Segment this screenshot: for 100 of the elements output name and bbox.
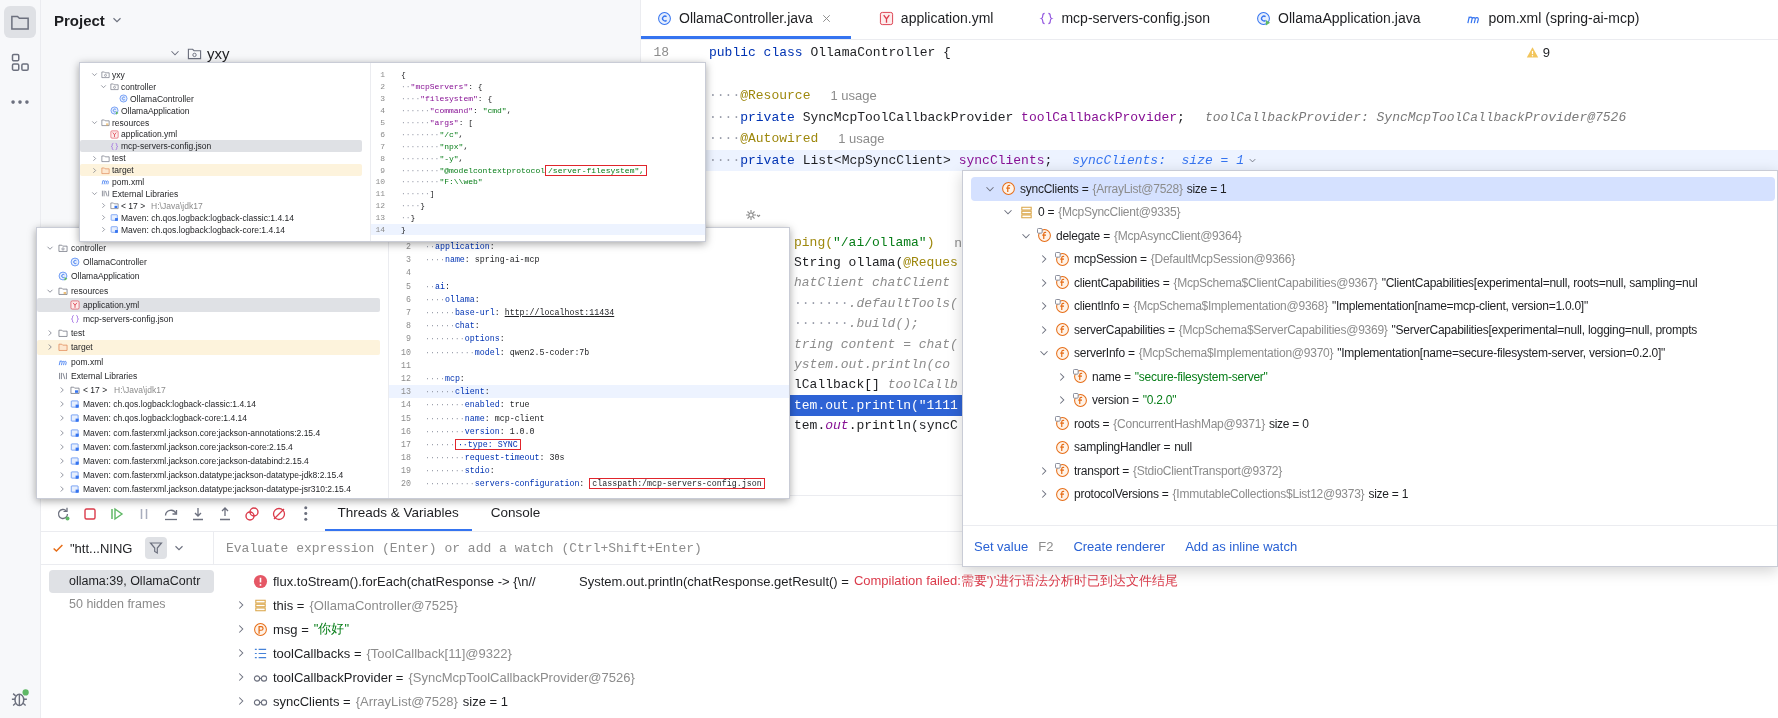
line-number: 8: [405, 321, 411, 331]
code-line: ····@Resource: [709, 88, 811, 104]
variable-value: size = 0: [1268, 416, 1309, 431]
variable-name: clientInfo =: [1074, 299, 1130, 314]
line-number: 20: [400, 479, 411, 489]
code-line: ····}: [401, 201, 425, 211]
code-line: tring content = chat(: [794, 336, 958, 352]
code-line: ystem.out.println(co: [794, 357, 951, 373]
variable-name: transport =: [1074, 463, 1129, 478]
code-line: ······]: [401, 189, 435, 199]
line-number: 18: [400, 453, 411, 463]
code-line: ····ollama:: [425, 294, 480, 304]
code-line: ········version: 1.0.0: [425, 426, 535, 436]
variable-name: delegate =: [1056, 228, 1110, 243]
line-number: 17: [400, 439, 411, 449]
code-line: ······"command": "cmd",: [401, 106, 512, 116]
line-number: 5: [405, 281, 411, 291]
inline-value: toolCallbackProvider: SyncMcpToolCallbackProvider@7526: [1204, 109, 1627, 125]
code-line: ········stdio:: [425, 466, 495, 476]
variable-type: {SyncMcpToolCallbackProvider@7526}: [408, 669, 635, 685]
code-line: ····name: spring-ai-mcp: [425, 255, 540, 265]
usage-hint: n: [954, 234, 962, 250]
line-number: 13: [374, 213, 385, 223]
error-message: Compilation failed:需要')'进行语法分析时已到达文件结尾: [853, 572, 1179, 590]
variable-name: clientCapabilities =: [1074, 275, 1170, 290]
code-line: ··ai:: [425, 281, 450, 291]
variable-type: {ArrayList@7528}: [1092, 181, 1183, 196]
code-line: hatClient chatClient: [794, 275, 951, 291]
variable-name: toolCallbackProvider =: [273, 669, 404, 685]
line-number: 10: [400, 347, 411, 357]
variable-type: {McpSchema$ServerCapabilities@9369}: [1178, 322, 1388, 337]
variable-name: version =: [1092, 393, 1139, 408]
code-line: ··········model: qwen2.5-coder:7b: [425, 347, 590, 357]
line-number: 8: [379, 153, 385, 163]
variable-type: {McpSchema$Implementation@9368}: [1133, 299, 1328, 314]
shortcut-hint: F2: [1038, 538, 1054, 554]
variable-value: size = 1: [462, 693, 508, 709]
variable-name: this =: [273, 597, 305, 613]
variable-name: msg =: [273, 621, 309, 637]
variable-value: "0.2.0": [1142, 393, 1177, 408]
watch-expression: flux.toStream().forEach(chatResponse -> {\n// System.out.println(chatResponse.getResult() =: [273, 573, 849, 589]
code-line: ········"-y",: [401, 153, 464, 163]
variable-value: size = 1: [1186, 181, 1227, 196]
code-line: ··}: [401, 213, 416, 223]
line-number: 18: [653, 45, 669, 61]
line-number: 1: [379, 70, 385, 80]
line-number: 12: [374, 201, 385, 211]
line-number: 13: [400, 387, 411, 397]
variable-type: {ConcurrentHashMap@9371}: [1113, 416, 1265, 431]
line-number: 6: [379, 129, 385, 139]
tree-item-path: H:\Java\jdk17: [151, 200, 203, 211]
variable-value: size = 1: [1368, 487, 1409, 502]
line-number: 9: [405, 334, 411, 344]
line-number: 3: [405, 255, 411, 265]
variable-type: {McpSyncClient@9335}: [1058, 205, 1181, 220]
variable-name: syncClients =: [1020, 181, 1089, 196]
variable-type: {ArrayList@7528}: [355, 693, 458, 709]
variable-type: {ToolCallback[11]@9322}: [366, 645, 512, 661]
code-line: tem.out.println("1111: [794, 397, 958, 413]
variable-type: {DefaultMcpSession@9366}: [1150, 252, 1295, 267]
line-number: 14: [374, 225, 385, 234]
variable-name: serverInfo =: [1074, 346, 1135, 361]
code-line: ······ ··type: SYNC: [425, 439, 521, 449]
inline-watch: syncClients: size = 1: [1072, 152, 1244, 168]
variable-value: "你好": [313, 620, 349, 638]
code-line: ··application:: [425, 242, 495, 252]
line-number: 6: [405, 294, 411, 304]
variable-name: syncClients =: [273, 693, 351, 709]
code-line: ········enabled: true: [425, 400, 530, 410]
line-number: 9: [379, 165, 385, 175]
variable-name: toolCallbacks =: [273, 645, 362, 661]
variable-value: "ClientCapabilities[experimental=null, roots=null, sampling=nul: [1381, 275, 1698, 290]
code-line: ····mcp:: [425, 373, 465, 383]
usage-hint: 1 usage: [830, 88, 877, 104]
variable-value: null: [1174, 440, 1192, 455]
line-number: 7: [405, 308, 411, 318]
line-number: 16: [400, 426, 411, 436]
variable-value: "Implementation[name=mcp-client, version=1.0.0]": [1331, 299, 1588, 314]
line-number: 15: [400, 413, 411, 423]
variable-name: samplingHandler =: [1074, 440, 1171, 455]
variable-type: {McpAsyncClient@9364}: [1113, 228, 1242, 243]
line-number: 4: [379, 106, 385, 116]
code-line: lCallback[] toolCallb: [794, 377, 958, 393]
line-number: 19: [400, 466, 411, 476]
code-line: ····@Autowired: [709, 131, 819, 147]
line-number: 2: [379, 82, 385, 92]
code-line: tem.out.println(syncC: [794, 418, 958, 434]
variable-name: serverCapabilities =: [1074, 322, 1175, 337]
variable-name: roots =: [1074, 416, 1110, 431]
code-line: ······"args": [: [401, 118, 474, 127]
code-line: ·······.build();: [794, 316, 919, 332]
code-line: ping("/ai/ollama"): [794, 234, 935, 250]
line-number: 5: [379, 118, 385, 127]
code-line: ··········servers-configuration: classpath:/mcp-servers-config.json: [425, 479, 765, 489]
variable-type: {StdioClientTransport@9372}: [1132, 463, 1283, 478]
line-number: 4: [405, 268, 411, 278]
code-line: ········"@modelcontextprotocol /server-filesystem",: [401, 165, 648, 175]
variable-name: name =: [1092, 369, 1131, 384]
variable-type: {ImmutableCollections$List12@9373}: [1172, 487, 1365, 502]
code-line: ········"/c",: [401, 129, 464, 139]
